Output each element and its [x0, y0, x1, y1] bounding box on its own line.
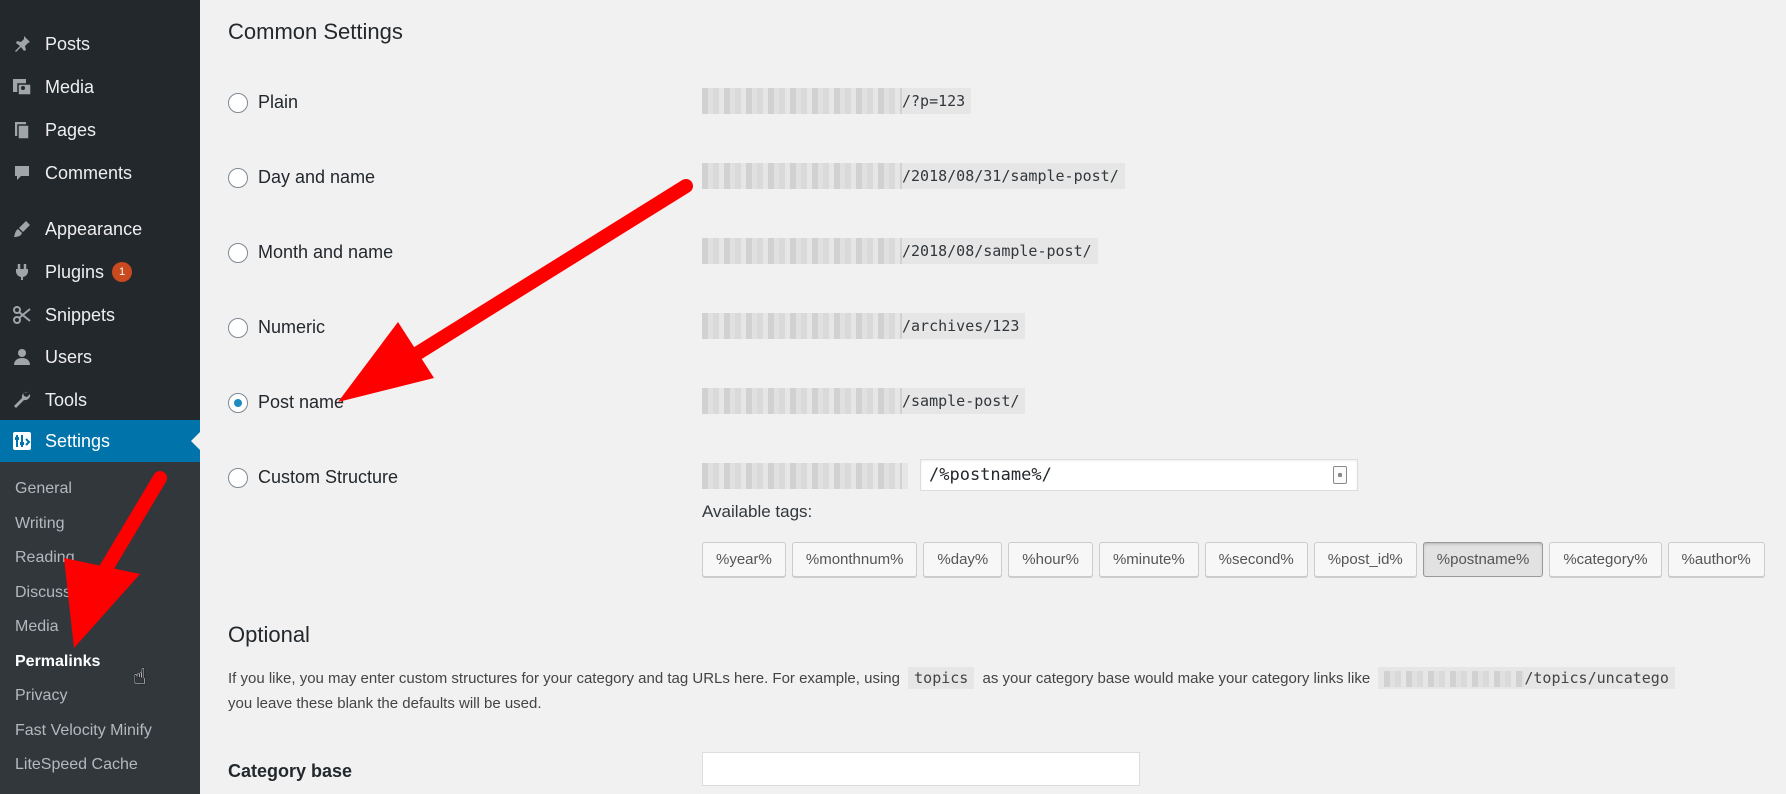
tag-author[interactable]: %author% [1667, 542, 1765, 577]
example-url-numeric: /archives/123 [702, 313, 1026, 339]
blurred-domain [702, 163, 902, 189]
option-post-name[interactable]: Post name [228, 392, 344, 413]
optional-description-2: you leave these blank the defaults will … [228, 695, 542, 712]
sidebar-item-label: Appearance [45, 218, 143, 239]
hand-cursor-icon: ☝ [133, 664, 147, 689]
sidebar-item-posts[interactable]: Posts [0, 24, 200, 64]
settings-submenu: General Writing Reading Discussion Media… [0, 462, 200, 794]
option-plain[interactable]: Plain [228, 92, 298, 113]
brush-icon [5, 219, 39, 239]
tag-category[interactable]: %category% [1549, 542, 1662, 577]
common-settings-title: Common Settings [228, 19, 403, 44]
tag-second[interactable]: %second% [1204, 542, 1308, 577]
radio-numeric[interactable] [228, 317, 248, 338]
radio-plain[interactable] [228, 92, 248, 113]
sidebar-item-label: Plugins [45, 261, 105, 282]
submenu-media[interactable]: Media [15, 615, 59, 639]
option-label: Day and name [258, 167, 376, 187]
tag-year[interactable]: %year% [702, 542, 786, 577]
available-tags: %year% %monthnum% %day% %hour% %minute% … [702, 542, 1765, 577]
sidebar-item-label: Settings [45, 430, 111, 451]
sidebar-item-label: Posts [45, 33, 91, 54]
category-base-input[interactable] [702, 752, 1140, 786]
sidebar-item-tools[interactable]: Tools [0, 380, 200, 420]
inline-code: topics [908, 667, 975, 689]
sidebar-item-label: Users [45, 346, 93, 367]
submenu-privacy[interactable]: Privacy [15, 684, 67, 708]
example-url-post-name: /sample-post/ [702, 388, 1026, 414]
sidebar-item-label: Media [45, 76, 95, 97]
wrench-icon [5, 390, 39, 410]
field-id-icon [1333, 466, 1347, 484]
update-count-badge: 1 [112, 262, 133, 282]
tag-minute[interactable]: %minute% [1098, 542, 1199, 577]
blurred-domain [702, 388, 902, 414]
option-custom-structure[interactable]: Custom Structure [228, 467, 398, 488]
user-icon [5, 347, 39, 367]
example-url-plain: /?p=123 [702, 88, 972, 114]
option-numeric[interactable]: Numeric [228, 317, 325, 338]
sidebar-item-appearance[interactable]: Appearance [0, 209, 200, 249]
tag-hour[interactable]: %hour% [1008, 542, 1093, 577]
available-tags-label: Available tags: [702, 502, 813, 521]
sidebar-item-label: Pages [45, 119, 97, 140]
custom-structure-prefix [702, 463, 908, 489]
radio-checked-dot [234, 398, 242, 407]
submenu-fast-velocity-minify[interactable]: Fast Velocity Minify [15, 719, 152, 743]
tag-post-id[interactable]: %post_id% [1313, 542, 1417, 577]
sidebar-item-comments[interactable]: Comments [0, 153, 200, 193]
radio-day-and-name[interactable] [228, 167, 248, 188]
permalink-settings: Common Settings Plain /?p=123 Day and na… [200, 0, 1786, 794]
submenu-permalinks[interactable]: Permalinks [15, 650, 100, 674]
option-label: Numeric [258, 317, 326, 337]
optional-description: If you like, you may enter custom struct… [228, 667, 1679, 689]
blurred-domain [702, 88, 902, 114]
radio-custom-structure[interactable] [228, 467, 248, 488]
blurred-domain [702, 238, 902, 264]
pages-icon [5, 120, 39, 140]
sidebar-item-label: Comments [45, 162, 133, 183]
media-icon [5, 77, 39, 97]
radio-month-and-name[interactable] [228, 242, 248, 263]
scissors-icon [5, 305, 39, 325]
sidebar-item-settings[interactable]: Settings [0, 420, 200, 462]
example-link-code: /topics/uncatego [1378, 667, 1675, 689]
blurred-domain [702, 313, 902, 339]
settings-icon [5, 431, 39, 451]
blurred-domain [702, 463, 902, 489]
submenu-litespeed-cache[interactable]: LiteSpeed Cache [15, 753, 138, 777]
pin-icon [5, 34, 39, 54]
example-url-month-and-name: /2018/08/sample-post/ [702, 238, 1098, 264]
option-label: Post name [258, 392, 345, 412]
sidebar-item-snippets[interactable]: Snippets [0, 295, 200, 335]
submenu-reading[interactable]: Reading [15, 546, 75, 570]
tag-monthnum[interactable]: %monthnum% [791, 542, 918, 577]
submenu-writing[interactable]: Writing [15, 512, 65, 536]
sidebar-item-plugins[interactable]: Plugins 1 [0, 252, 200, 292]
blurred-domain [1384, 670, 1525, 687]
sidebar-item-media[interactable]: Media [0, 67, 200, 107]
comments-icon [5, 163, 39, 183]
sidebar-item-label: Snippets [45, 304, 116, 325]
tag-postname[interactable]: %postname% [1422, 542, 1544, 577]
plugin-icon [5, 262, 39, 282]
sidebar-item-pages[interactable]: Pages [0, 110, 200, 150]
sidebar-item-users[interactable]: Users [0, 337, 200, 377]
tag-day[interactable]: %day% [923, 542, 1003, 577]
submenu-general[interactable]: General [15, 477, 72, 501]
option-label: Custom Structure [258, 467, 399, 487]
category-base-label: Category base [228, 761, 353, 781]
option-label: Plain [258, 92, 299, 112]
sidebar-item-label: Tools [45, 389, 88, 410]
submenu-discussion[interactable]: Discussion [15, 581, 92, 605]
radio-post-name[interactable] [228, 392, 248, 413]
option-day-and-name[interactable]: Day and name [228, 167, 375, 188]
admin-sidebar: Posts Media Pages Comments Appearance Pl… [0, 0, 200, 794]
option-label: Month and name [258, 242, 394, 262]
option-month-and-name[interactable]: Month and name [228, 242, 393, 263]
custom-structure-input[interactable]: /%postname%/ [920, 459, 1358, 491]
example-url-day-and-name: /2018/08/31/sample-post/ [702, 163, 1125, 189]
optional-title: Optional [228, 622, 310, 647]
